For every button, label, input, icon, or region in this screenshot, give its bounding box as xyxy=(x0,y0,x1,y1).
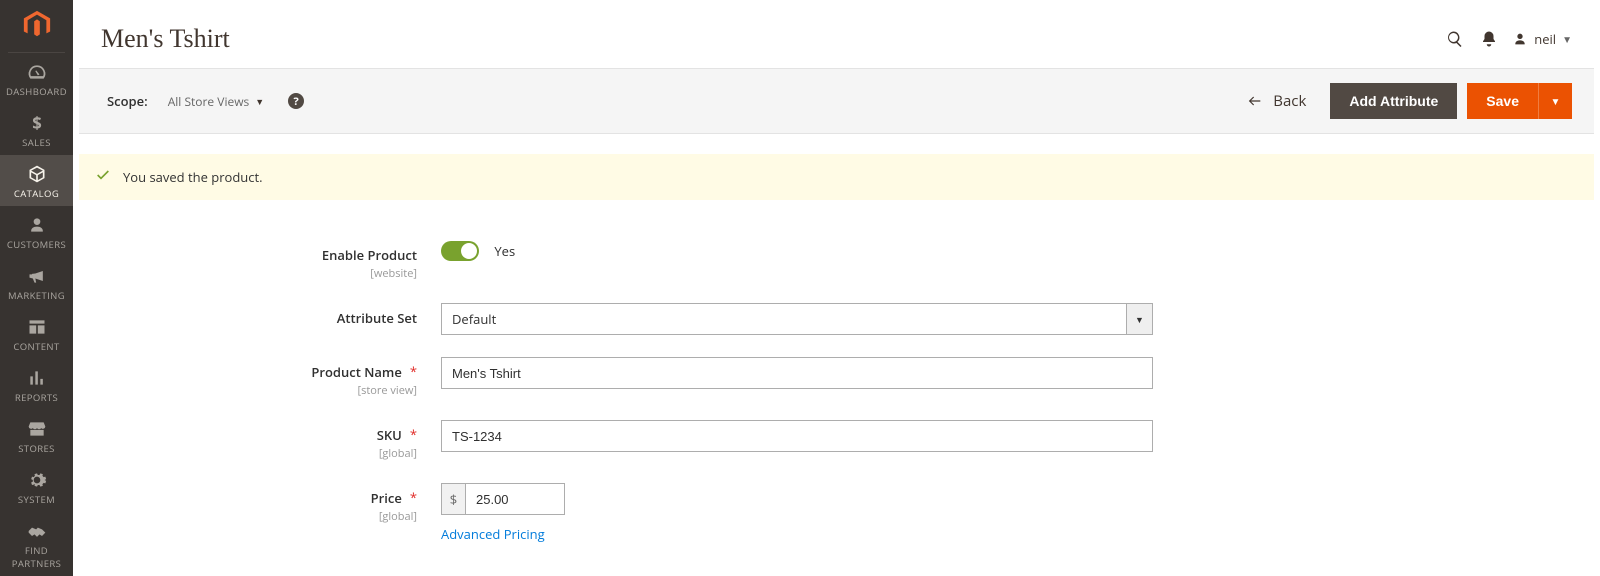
check-icon xyxy=(95,167,111,187)
scope-value-text: All Store Views xyxy=(168,93,250,110)
enable-product-value: Yes xyxy=(494,242,515,260)
sidebar-label: CATALOG xyxy=(14,187,59,200)
box-icon xyxy=(27,163,47,185)
success-message-text: You saved the product. xyxy=(123,168,263,186)
caret-down-icon: ▼ xyxy=(1135,313,1144,326)
action-bar: Scope: All Store Views ▼ ? Back Add Attr… xyxy=(79,68,1594,134)
sku-input[interactable] xyxy=(441,420,1153,452)
sidebar-label: CONTENT xyxy=(13,340,59,353)
sku-scope: [global] xyxy=(101,446,417,461)
scope-label: Scope: xyxy=(107,92,148,110)
user-icon xyxy=(1512,31,1528,47)
add-attribute-button[interactable]: Add Attribute xyxy=(1330,83,1457,119)
sidebar-label: SALES xyxy=(22,136,51,149)
arrow-left-icon xyxy=(1247,93,1263,109)
sidebar-label: FIND PARTNERS xyxy=(0,544,73,570)
sidebar: DASHBOARD $ SALES CATALOG CUSTOMERS MARK… xyxy=(0,0,73,576)
sidebar-label: CUSTOMERS xyxy=(7,238,66,251)
bar-chart-icon xyxy=(27,367,47,389)
sidebar-item-catalog[interactable]: CATALOG xyxy=(0,155,73,206)
sidebar-item-dashboard[interactable]: DASHBOARD xyxy=(0,53,73,104)
sidebar-item-sales[interactable]: $ SALES xyxy=(0,104,73,155)
svg-text:$: $ xyxy=(32,113,42,133)
layout-icon xyxy=(27,316,47,338)
scope-selector[interactable]: All Store Views ▼ xyxy=(168,93,264,110)
price-scope: [global] xyxy=(101,509,417,524)
megaphone-icon xyxy=(27,265,47,287)
handshake-icon xyxy=(27,520,47,542)
success-message: You saved the product. xyxy=(79,154,1594,200)
caret-down-icon: ▼ xyxy=(1551,94,1561,108)
sidebar-label: STORES xyxy=(18,442,55,455)
advanced-pricing-link[interactable]: Advanced Pricing xyxy=(441,525,545,543)
save-button[interactable]: Save xyxy=(1467,83,1538,119)
enable-product-toggle[interactable] xyxy=(441,241,479,261)
attribute-set-select[interactable]: Default ▼ xyxy=(441,303,1153,335)
sidebar-item-customers[interactable]: CUSTOMERS xyxy=(0,206,73,257)
search-icon[interactable] xyxy=(1438,30,1472,48)
required-star: * xyxy=(410,488,417,506)
user-name: neil xyxy=(1534,30,1556,48)
sidebar-item-stores[interactable]: STORES xyxy=(0,410,73,461)
attribute-set-dropdown-button[interactable]: ▼ xyxy=(1127,303,1153,335)
sidebar-item-reports[interactable]: REPORTS xyxy=(0,359,73,410)
gear-icon xyxy=(27,469,47,491)
page-title: Men's Tshirt xyxy=(101,24,1438,54)
sidebar-label: REPORTS xyxy=(15,391,58,404)
notifications-icon[interactable] xyxy=(1472,30,1506,48)
caret-down-icon: ▼ xyxy=(255,95,264,108)
save-options-toggle[interactable]: ▼ xyxy=(1538,83,1572,119)
chevron-down-icon: ▼ xyxy=(1562,32,1572,46)
enable-product-scope: [website] xyxy=(101,266,417,281)
dollar-icon: $ xyxy=(27,112,47,134)
scope-help-icon[interactable]: ? xyxy=(288,93,304,109)
product-name-scope: [store view] xyxy=(101,383,417,398)
attribute-set-value: Default xyxy=(441,303,1127,335)
product-form: Enable Product [website] Yes Attribute S… xyxy=(73,200,1600,565)
gauge-icon xyxy=(27,61,47,83)
person-icon xyxy=(27,214,47,236)
enable-product-label: Enable Product xyxy=(322,246,417,264)
store-icon xyxy=(27,418,47,440)
required-star: * xyxy=(410,362,417,380)
product-name-label: Product Name xyxy=(311,363,401,381)
sidebar-item-marketing[interactable]: MARKETING xyxy=(0,257,73,308)
back-button[interactable]: Back xyxy=(1247,91,1306,111)
price-input[interactable] xyxy=(465,483,565,515)
required-star: * xyxy=(410,425,417,443)
sidebar-label: MARKETING xyxy=(8,289,65,302)
sidebar-item-system[interactable]: SYSTEM xyxy=(0,461,73,512)
user-menu[interactable]: neil ▼ xyxy=(1512,30,1572,48)
sidebar-label: DASHBOARD xyxy=(6,85,67,98)
price-currency: $ xyxy=(441,483,465,515)
magento-logo[interactable] xyxy=(8,0,65,53)
sku-label: SKU xyxy=(377,426,402,444)
page-header: Men's Tshirt neil ▼ xyxy=(73,0,1600,68)
sidebar-item-content[interactable]: CONTENT xyxy=(0,308,73,359)
product-name-input[interactable] xyxy=(441,357,1153,389)
sidebar-label: SYSTEM xyxy=(18,493,55,506)
attribute-set-label: Attribute Set xyxy=(337,309,417,327)
price-label: Price xyxy=(371,489,402,507)
back-label: Back xyxy=(1273,91,1306,111)
magento-logo-icon xyxy=(22,9,52,39)
sidebar-item-find-partners[interactable]: FIND PARTNERS xyxy=(0,512,73,576)
